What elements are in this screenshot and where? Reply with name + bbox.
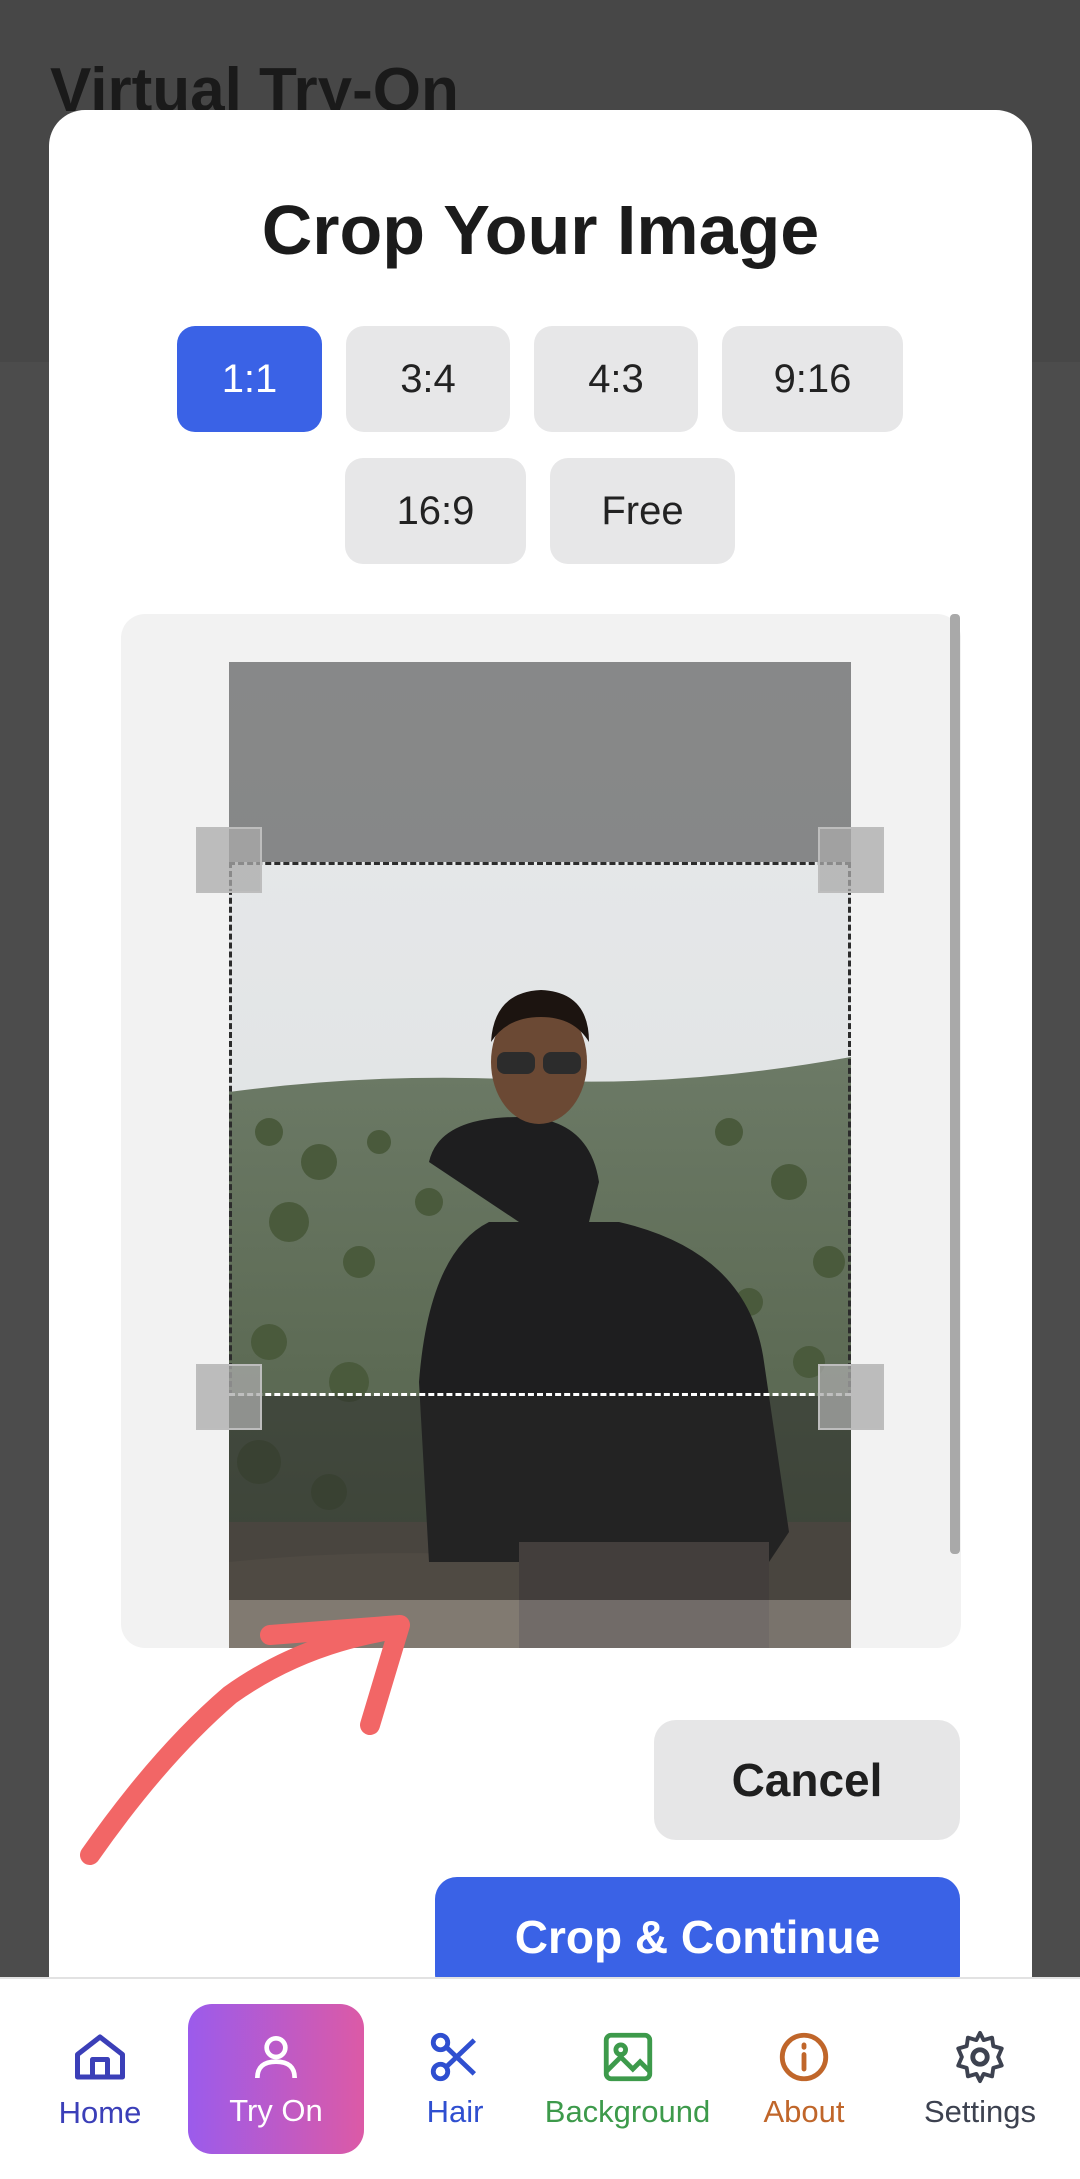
modal-title: Crop Your Image [261,191,820,269]
crop-handle-top-left[interactable] [196,827,262,893]
crop-selection-box[interactable] [229,862,851,1396]
nav-try-on-label: Try On [229,2093,323,2128]
crop-mask-top [229,662,851,862]
gear-icon [956,2030,1004,2084]
ratio-free-button[interactable]: Free [550,458,735,564]
ratio-1-1-button[interactable]: 1:1 [177,326,322,432]
annotation-arrow-icon [80,1615,410,1865]
nav-background[interactable]: Background [535,1979,720,2179]
crop-selection-bottom-edge [229,1393,851,1396]
nav-home-label: Home [58,2095,142,2130]
crop-handle-top-right[interactable] [818,827,884,893]
crop-handle-bottom-left[interactable] [196,1364,262,1430]
nav-hair-label: Hair [426,2094,484,2129]
ratio-3-4-button[interactable]: 3:4 [346,326,510,432]
scissors-icon [430,2032,477,2082]
crop-mask-bottom [229,1396,851,1600]
ratio-4-3-button[interactable]: 4:3 [534,326,698,432]
bottom-nav: Home Try On Hair Background About Settin… [0,1977,1080,2179]
nav-home[interactable]: Home [40,1979,160,2179]
nav-settings[interactable]: Settings [910,1979,1050,2179]
crop-handle-bottom-right[interactable] [818,1364,884,1430]
nav-background-label: Background [544,2094,711,2129]
info-icon [779,2032,829,2082]
crop-area-scrollbar[interactable] [950,614,960,1554]
image-icon [603,2032,652,2082]
nav-about-label: About [763,2094,845,2129]
nav-hair[interactable]: Hair [395,1979,515,2179]
ratio-9-16-button[interactable]: 9:16 [722,326,903,432]
ratio-16-9-button[interactable]: 16:9 [345,458,526,564]
nav-settings-label: Settings [923,2094,1036,2129]
nav-about[interactable]: About [744,1979,864,2179]
user-icon [255,2036,297,2079]
home-icon [75,2034,125,2080]
cancel-button[interactable]: Cancel [654,1720,960,1840]
nav-try-on[interactable]: Try On [188,2004,364,2154]
